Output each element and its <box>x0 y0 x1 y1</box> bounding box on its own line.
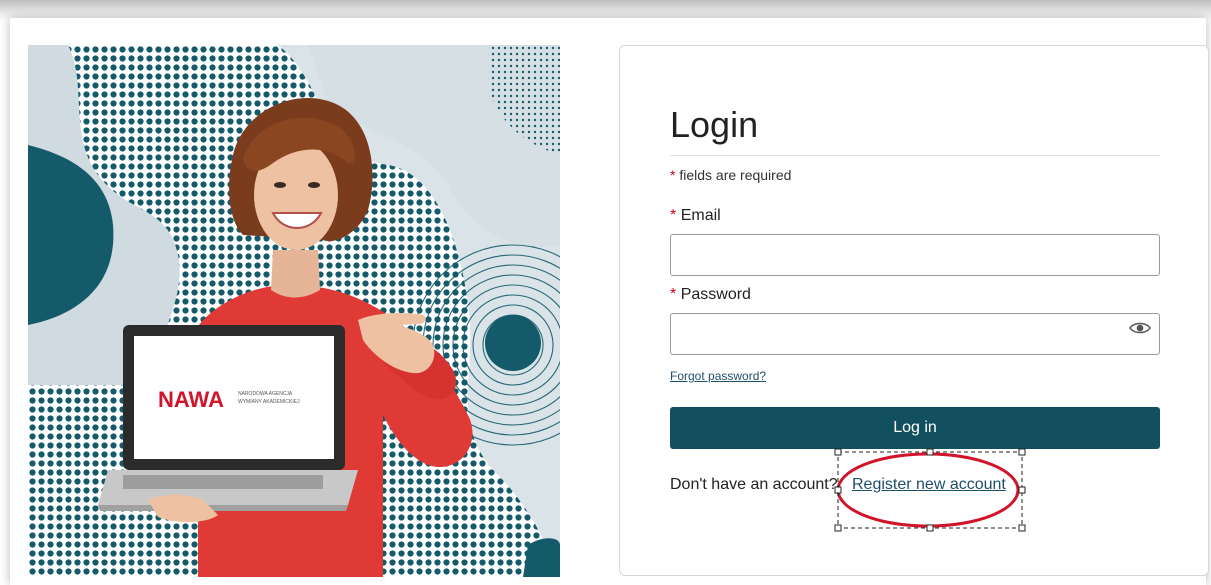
required-star: * <box>670 207 677 224</box>
required-note-text: fields are required <box>679 167 792 183</box>
register-new-account-link[interactable]: Register new account <box>852 476 1006 494</box>
hero-illustration: NAWA NARODOWA AGENCJA WYMIANY AKADEMICKI… <box>28 45 560 577</box>
password-label-text: Password <box>680 286 751 303</box>
required-star: * <box>670 286 677 303</box>
login-button[interactable]: Log in <box>670 407 1160 449</box>
password-input[interactable] <box>670 313 1160 355</box>
page-title: Login <box>670 104 759 145</box>
forgot-password-link[interactable]: Forgot password? <box>670 369 766 383</box>
password-label: * Password <box>670 286 751 304</box>
email-label: * Email <box>670 207 721 225</box>
required-note: * fields are required <box>670 167 791 183</box>
email-input[interactable] <box>670 234 1160 276</box>
laptop: NAWA NARODOWA AGENCJA WYMIANY AKADEMICKI… <box>98 325 358 511</box>
laptop-logo: NAWA <box>158 387 224 412</box>
hero-image: NAWA NARODOWA AGENCJA WYMIANY AKADEMICKI… <box>28 45 560 577</box>
show-password-eye-icon[interactable] <box>1129 321 1151 335</box>
svg-text:NARODOWA AGENCJA: NARODOWA AGENCJA <box>238 391 293 397</box>
title-divider <box>670 155 1160 156</box>
email-label-text: Email <box>680 207 721 224</box>
no-account-text: Don't have an account? <box>670 476 838 493</box>
required-star: * <box>670 167 676 183</box>
login-card: Login * fields are required * Email * Pa… <box>619 45 1209 576</box>
svg-text:WYMIANY AKADEMICKIEJ: WYMIANY AKADEMICKIEJ <box>238 399 300 405</box>
